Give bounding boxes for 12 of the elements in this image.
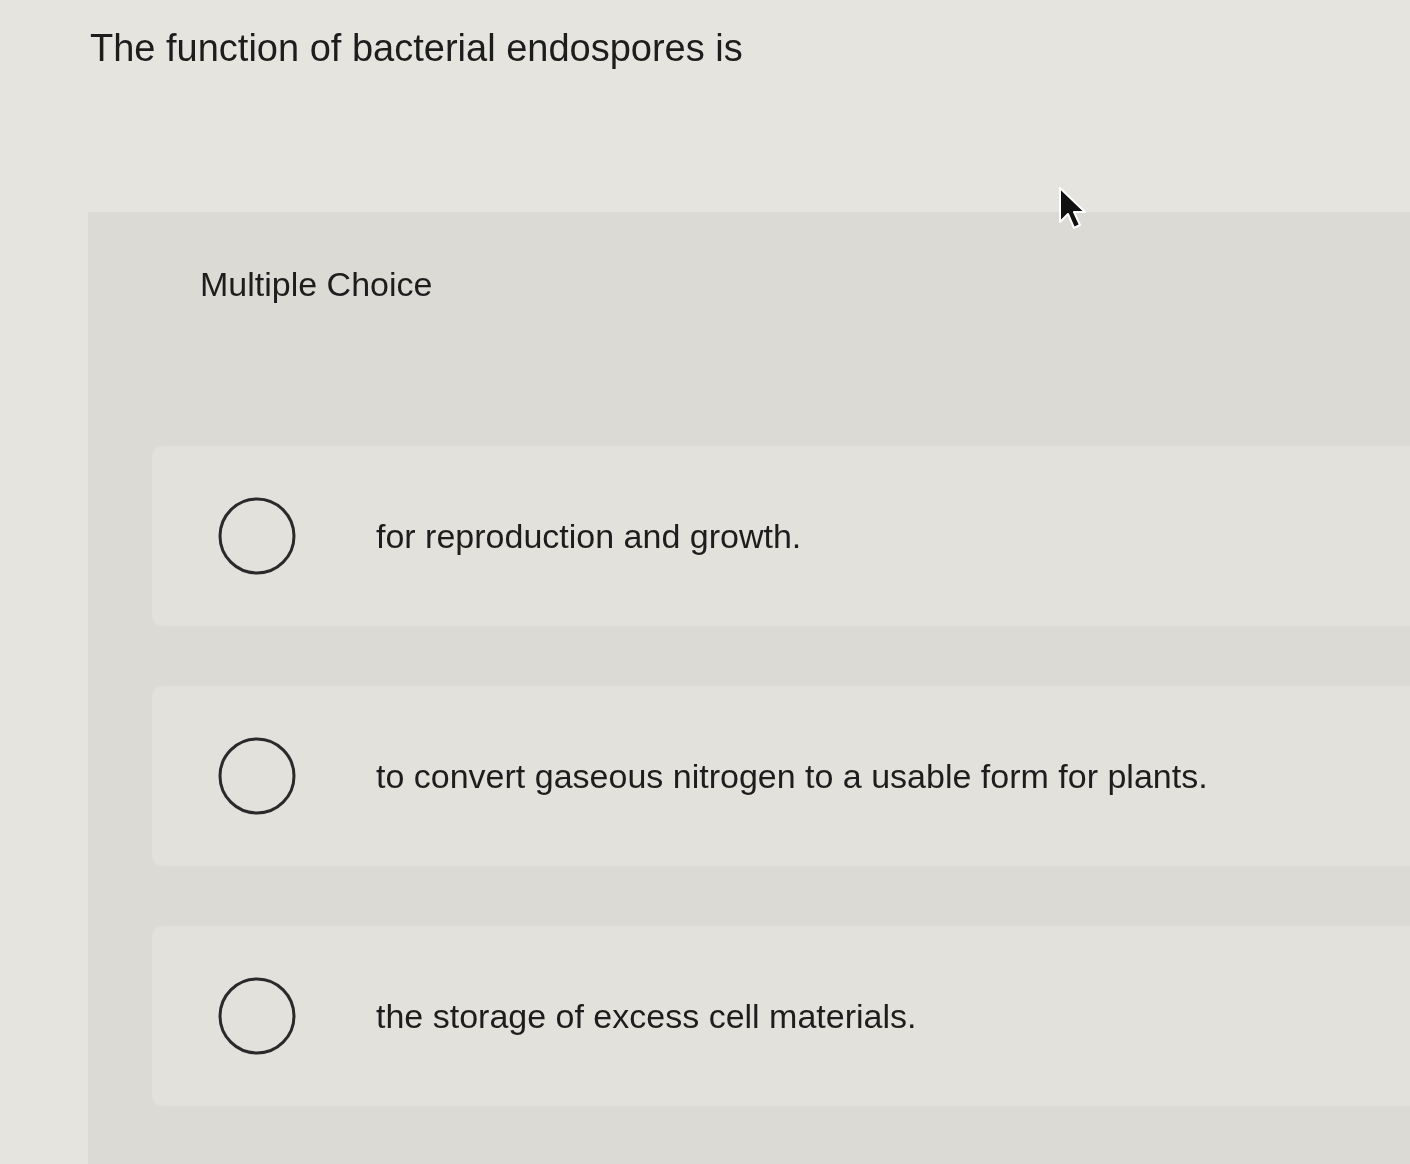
question-type-label: Multiple Choice <box>200 264 433 305</box>
radio-button[interactable] <box>218 497 296 575</box>
option-text: for reproduction and growth. <box>376 516 802 557</box>
radio-button[interactable] <box>218 737 296 815</box>
answer-option[interactable]: to convert gaseous nitrogen to a usable form for plants. <box>152 686 1410 866</box>
option-text: to convert gaseous nitrogen to a usable form for plants. <box>376 756 1208 797</box>
answer-option[interactable]: for reproduction and growth. <box>152 446 1410 626</box>
question-text: The function of bacterial endospores is <box>90 26 744 71</box>
radio-button[interactable] <box>218 977 296 1055</box>
answer-option[interactable]: the storage of excess cell materials. <box>152 926 1410 1106</box>
mouse-pointer-icon <box>1058 186 1088 230</box>
option-text: the storage of excess cell materials. <box>376 996 917 1037</box>
